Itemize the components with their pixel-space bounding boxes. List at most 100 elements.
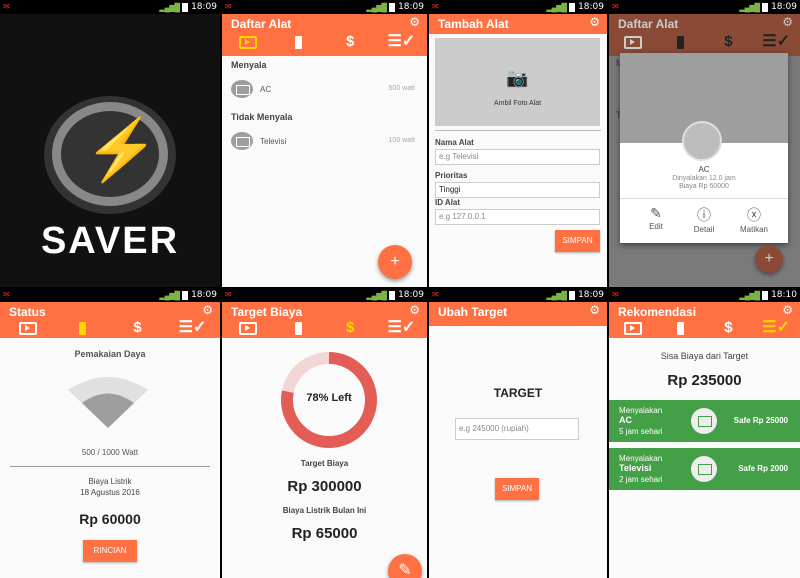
on-section-header: Menyala [231,60,267,70]
tab-status[interactable] [657,316,705,342]
battery-icon [677,321,685,335]
save-target-button[interactable]: SIMPAN [495,478,539,500]
settings-icon[interactable]: ⚙ [589,303,600,317]
priority-select[interactable]: Tinggi [435,182,600,198]
tab-devices[interactable] [222,316,273,342]
device-image-icon [691,408,717,434]
settings-icon[interactable]: ⚙ [782,303,793,317]
dialog-divider [620,198,788,199]
page-title: Daftar Alat [231,17,292,31]
settings-icon[interactable]: ⚙ [782,15,793,29]
close-circle-icon: ⓧ [747,207,761,223]
turn-off-button[interactable]: ⓧ Matikan [730,205,778,234]
details-button[interactable]: RINCIAN [83,540,137,562]
tab-recommendation[interactable]: ☰✓ [752,316,800,342]
tab-devices[interactable] [0,316,55,342]
clock: 18:09 [398,2,424,12]
device-image-icon [231,80,253,98]
splash-screen: ✉ ▂▄▆█ 18:09 ⚡ SAVER [0,0,220,287]
recommendation-card[interactable]: Menyalakan AC 5 jam sehari Safe Rp 25000 [609,400,800,442]
app-bar: Target Biaya ⚙ $ ☰✓ [222,302,427,338]
battery-status-icon [569,290,576,300]
divider [435,130,601,131]
cost-target-screen: ✉ ▂▄▆█ 18:09 Target Biaya ⚙ $ ☰✓ 78% Lef… [222,288,427,578]
off-section-header: Tidak Menyala [231,112,293,122]
device-name: Televisi [260,137,287,146]
tab-bar: $ ☰✓ [609,316,800,342]
dollar-icon: $ [345,319,355,336]
priority-label: Prioritas [435,171,468,180]
settings-icon[interactable]: ⚙ [409,303,420,317]
battery-status-icon [762,2,769,12]
dollar-icon: $ [345,33,355,50]
notification-icon: ✉ [432,2,439,11]
target-input[interactable]: e.g 245000 (rupiah) [455,418,579,440]
signal-icon: ▂▄▆█ [739,290,760,300]
battery-icon [79,321,86,335]
dialog-cost: Biaya Rp 60000 [679,183,729,190]
settings-icon[interactable]: ⚙ [409,15,420,29]
battery-status-icon [389,2,396,12]
add-device-button[interactable]: + [755,245,783,273]
status-bar: ✉ ▂▄▆█ 18:09 [0,0,220,14]
tab-cost[interactable]: $ [325,30,376,56]
turn-off-label: Matikan [739,225,768,234]
dollar-icon: $ [724,33,733,50]
battery-status-icon [569,2,576,12]
id-input[interactable]: e.g 127.0.0.1 [435,209,600,225]
tab-cost[interactable]: $ [325,316,376,342]
tab-status[interactable] [273,30,324,56]
add-device-button[interactable]: + [378,245,412,279]
edit-button[interactable]: ✎ Edit [636,205,676,231]
app-bar: Daftar Alat ⚙ $ ☰✓ [222,14,427,56]
pencil-icon: ✎ [650,205,662,221]
rec-action: Menyalakan [619,454,663,463]
tab-devices[interactable] [222,30,273,56]
signal-icon: ▂▄▆█ [159,290,180,300]
battery-icon [295,321,303,335]
signal-icon: ▂▄▆█ [546,2,567,12]
battery-icon [677,35,685,49]
notification-icon: ✉ [225,290,232,299]
name-input[interactable]: e.g Televisi [435,149,600,165]
tab-recommendation[interactable]: ☰✓ [165,316,220,342]
tab-recommendation[interactable]: ☰✓ [376,30,427,56]
list-check-icon: ☰✓ [762,319,790,337]
info-icon: ⓘ [697,207,711,223]
app-bar: Tambah Alat ⚙ [429,14,607,34]
tab-devices[interactable] [609,316,657,342]
bill-date: 18 Agustus 2016 [80,488,140,497]
clock: 18:10 [771,290,797,300]
dialog-device-name: AC [698,165,710,174]
tab-cost[interactable]: $ [705,316,753,342]
clock: 18:09 [578,290,604,300]
dollar-icon: $ [724,319,733,336]
tab-status[interactable] [273,316,324,342]
save-button[interactable]: SIMPAN [555,230,600,252]
brand-wordmark: SAVER [40,220,180,262]
edit-target-button[interactable]: ✎ [388,554,422,578]
tab-recommendation[interactable]: ☰✓ [376,316,427,342]
device-row-ac[interactable]: AC 500 watt [222,78,427,102]
battery-icon [295,35,303,49]
tab-status[interactable] [55,316,110,342]
change-target-screen: ✉ ▂▄▆█ 18:09 Ubah Target ⚙ TARGET e.g 24… [429,288,607,578]
settings-icon[interactable]: ⚙ [589,15,600,29]
device-name: AC [260,85,272,94]
signal-icon: ▂▄▆█ [159,2,180,12]
rec-device: AC [619,415,632,425]
notification-icon: ✉ [432,290,439,299]
notification-icon: ✉ [612,2,619,11]
settings-icon[interactable]: ⚙ [202,303,213,317]
detail-label: Detail [693,225,715,234]
bill-label: Biaya Listrik [88,477,132,486]
device-row-televisi[interactable]: Televisi 100 watt [222,130,427,154]
tv-icon [18,321,37,335]
detail-button[interactable]: ⓘ Detail [684,205,724,234]
recommendation-card[interactable]: Menyalakan Televisi 2 jam sehari Safe Rp… [609,448,800,490]
notification-icon: ✉ [3,2,10,11]
remaining-label: Sisa Biaya dari Target [660,351,749,361]
clock: 18:09 [771,2,797,12]
photo-area[interactable]: 📷 Ambil Foto Alat [435,38,600,126]
tab-cost[interactable]: $ [110,316,165,342]
